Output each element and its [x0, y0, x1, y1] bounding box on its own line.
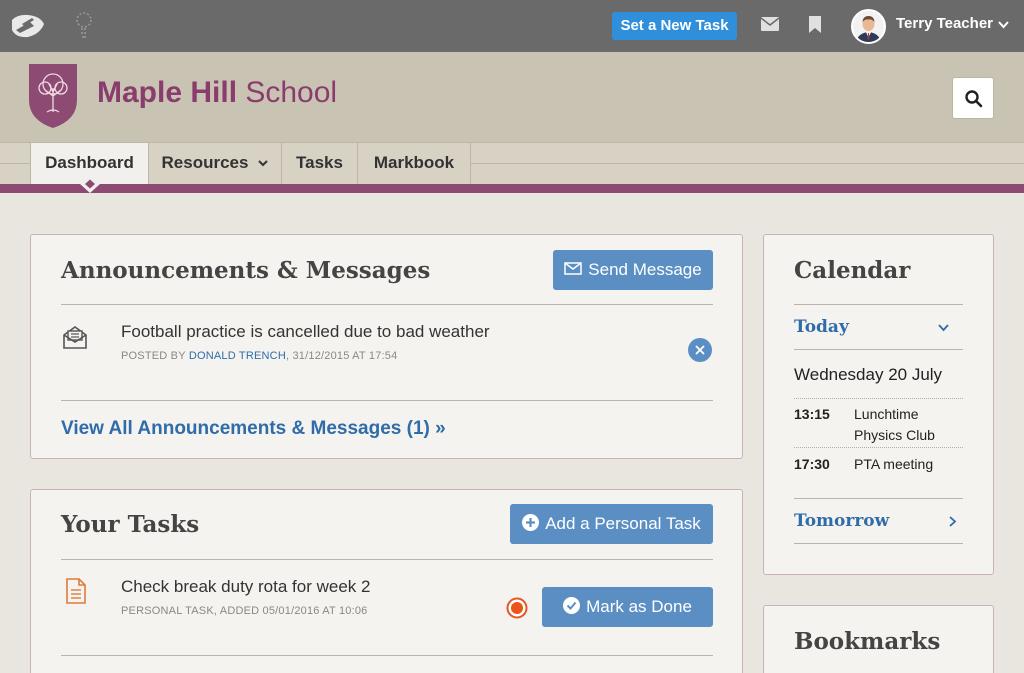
calendar-tomorrow-toggle[interactable]: Tomorrow: [794, 511, 889, 531]
chevron-down-icon: [258, 160, 269, 167]
mark-as-done-button[interactable]: Mark as Done: [542, 587, 713, 627]
event-name[interactable]: Lunchtime Physics Club: [854, 404, 954, 446]
search-button[interactable]: [952, 77, 994, 119]
set-new-task-button[interactable]: Set a New Task: [612, 12, 737, 40]
divider: [794, 498, 963, 499]
nav-accent-strip: [0, 184, 1024, 193]
announcement-meta: Posted by Donald Trench, 31/12/2015 at 1…: [121, 350, 398, 362]
check-circle-icon: [563, 597, 581, 615]
task-meta: Personal Task, added 05/01/2016 at 10:06: [121, 605, 368, 617]
tab-label: Dashboard: [45, 153, 134, 172]
open-envelope-icon: [63, 326, 87, 349]
active-tab-indicator-icon: [80, 175, 100, 193]
priority-indicator-icon[interactable]: [506, 597, 528, 619]
calendar-date: Wednesday 20 July: [794, 365, 943, 384]
mail-icon[interactable]: [761, 17, 779, 31]
tasks-panel: Your Tasks Add a Personal Task Check bre…: [30, 489, 743, 673]
divider: [794, 543, 963, 544]
tab-label: Markbook: [373, 153, 455, 172]
panel-title: Bookmarks: [794, 628, 941, 655]
school-name: Maple Hill School: [97, 76, 338, 109]
top-bar: Set a New Task Terry Teacher: [0, 0, 1024, 52]
search-icon: [965, 90, 983, 108]
send-message-button[interactable]: Send Message: [553, 250, 713, 290]
panel-title: Announcements & Messages: [61, 257, 431, 284]
bookmarks-panel: Bookmarks: [763, 605, 994, 673]
calendar-today-toggle[interactable]: Today: [794, 317, 849, 337]
chevron-right-icon[interactable]: [949, 516, 957, 527]
task-title[interactable]: Check break duty rota for week 2: [121, 577, 370, 597]
panel-title: Your Tasks: [61, 511, 200, 538]
school-crest-icon: [29, 64, 77, 128]
panel-title: Calendar: [794, 257, 911, 284]
user-name[interactable]: Terry Teacher: [896, 15, 993, 32]
main-nav: Dashboard Resources Tasks Markbook: [0, 142, 1024, 185]
tab-resources[interactable]: Resources: [149, 143, 282, 185]
button-label: Mark as Done: [586, 597, 692, 616]
tab-label: Tasks: [296, 153, 343, 172]
lightbulb-icon[interactable]: [74, 10, 94, 40]
divider: [61, 400, 713, 401]
document-icon: [66, 578, 86, 604]
divider: [794, 349, 963, 350]
tab-markbook[interactable]: Markbook: [358, 143, 471, 185]
divider: [61, 559, 713, 560]
divider: [794, 398, 963, 399]
bookmark-icon[interactable]: [808, 16, 822, 33]
event-time: 13:15: [794, 406, 830, 422]
user-avatar[interactable]: [851, 9, 886, 44]
dismiss-icon[interactable]: [688, 338, 712, 362]
divider: [61, 655, 713, 656]
tab-tasks[interactable]: Tasks: [282, 143, 358, 185]
announcement-title[interactable]: Football practice is cancelled due to ba…: [121, 322, 490, 342]
announcements-panel: Announcements & Messages Send Message Fo…: [30, 234, 743, 459]
view-all-announcements-link[interactable]: View All Announcements & Messages (1) »: [61, 418, 446, 440]
divider: [61, 304, 713, 305]
add-personal-task-button[interactable]: Add a Personal Task: [510, 504, 713, 544]
plus-circle-icon: [522, 514, 540, 532]
divider: [794, 304, 963, 305]
calendar-panel: Calendar Today Wednesday 20 July 13:15 L…: [763, 234, 994, 575]
event-time: 17:30: [794, 456, 830, 472]
school-header: Maple Hill School: [0, 52, 1024, 142]
event-name[interactable]: PTA meeting: [854, 454, 954, 475]
divider: [794, 447, 963, 448]
tab-label: Resources: [161, 153, 249, 172]
button-label: Send Message: [588, 260, 702, 279]
chevron-down-icon[interactable]: [938, 324, 949, 332]
chevron-down-icon[interactable]: [998, 21, 1009, 29]
announcement-author-link[interactable]: Donald Trench: [189, 350, 286, 362]
button-label: Add a Personal Task: [545, 514, 701, 533]
app-logo-icon[interactable]: [10, 12, 46, 40]
envelope-icon: [564, 262, 583, 275]
